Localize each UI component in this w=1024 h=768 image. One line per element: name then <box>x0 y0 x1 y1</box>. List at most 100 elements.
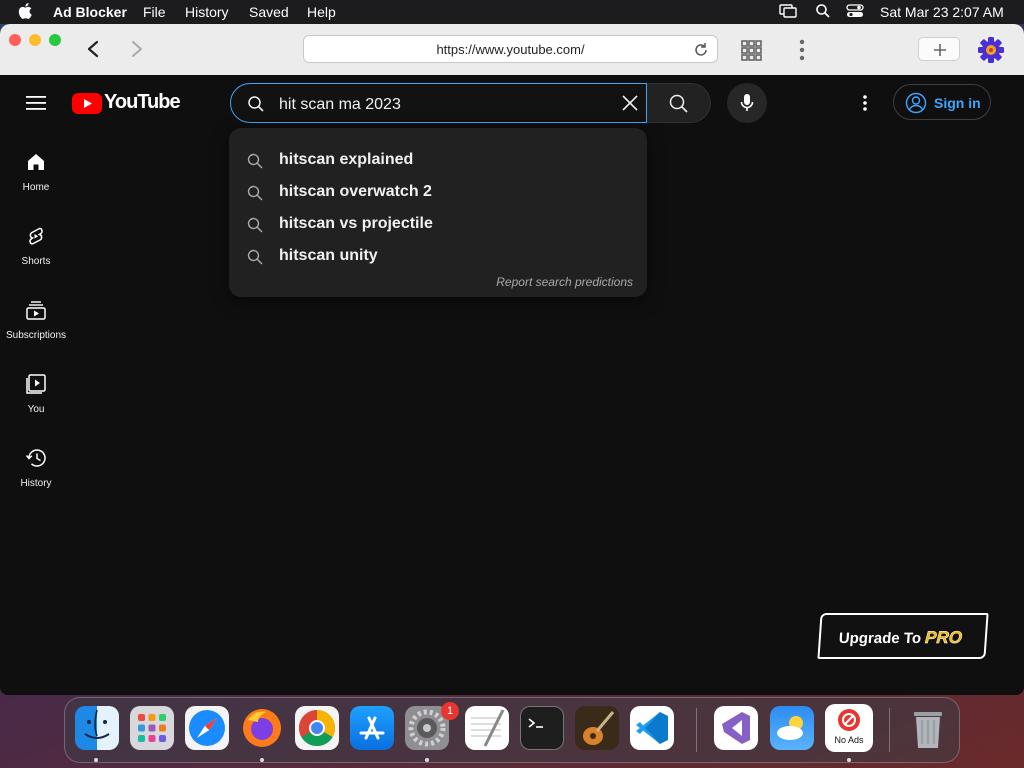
menu-bar: Ad Blocker File History Saved Help Sat M… <box>0 0 1024 24</box>
voice-search-button[interactable] <box>727 83 767 123</box>
menu-saved[interactable]: Saved <box>249 4 289 20</box>
dock-textedit[interactable] <box>465 706 509 750</box>
history-icon <box>25 449 46 467</box>
you-library-icon <box>26 374 46 394</box>
settings-more-icon[interactable] <box>862 94 868 112</box>
running-indicator <box>425 758 429 762</box>
suggestion-text: hitscan overwatch 2 <box>279 183 432 200</box>
new-tab-button[interactable] <box>918 37 960 61</box>
dock-finder[interactable] <box>75 706 119 750</box>
no-ads-block-icon <box>838 709 860 731</box>
close-window-button[interactable] <box>9 34 21 46</box>
sidebar-item-history[interactable]: History <box>0 447 72 489</box>
youtube-page: YouTube hit scan ma 2023 Sign in hitscan… <box>0 75 1024 695</box>
finder-icon <box>84 709 110 739</box>
sidebar-item-subscriptions[interactable]: Subscriptions <box>0 299 72 341</box>
browser-toolbar: https://www.youtube.com/ <box>0 24 1024 76</box>
hamburger-menu-icon[interactable] <box>26 95 46 111</box>
dock-no-ads[interactable]: No Ads <box>825 704 873 752</box>
home-icon <box>28 154 44 170</box>
dock: 1 No Ads <box>64 697 960 763</box>
search-icon <box>248 96 264 112</box>
back-icon[interactable] <box>86 40 100 58</box>
youtube-play-icon <box>72 93 102 114</box>
suggestion-search-icon <box>247 217 263 233</box>
running-indicator <box>260 758 264 762</box>
upgrade-pro-button[interactable]: Upgrade To PRO <box>817 613 989 659</box>
dock-safari[interactable] <box>185 706 229 750</box>
upgrade-label: Upgrade To <box>838 630 922 647</box>
suggestion-text: hitscan vs projectile <box>279 215 433 232</box>
shorts-icon <box>29 227 43 245</box>
search-input[interactable] <box>277 93 601 117</box>
apple-icon[interactable] <box>18 2 34 20</box>
safari-icon <box>189 710 225 746</box>
search-submit-icon <box>669 94 688 113</box>
sign-in-label: Sign in <box>934 95 981 111</box>
sidebar-item-you[interactable]: You <box>0 373 72 415</box>
sign-in-button[interactable]: Sign in <box>893 84 991 120</box>
running-indicator <box>94 758 98 762</box>
menu-app-name[interactable]: Ad Blocker <box>53 4 127 20</box>
visual-studio-icon <box>722 712 750 744</box>
plus-icon <box>934 44 946 56</box>
dock-trash[interactable] <box>906 706 950 750</box>
screen-mirroring-icon[interactable] <box>779 3 797 19</box>
dock-garageband[interactable] <box>575 706 619 750</box>
no-ads-label: No Ads <box>834 735 864 745</box>
report-predictions-link[interactable]: Report search predictions <box>496 275 633 289</box>
trash-icon <box>914 712 942 748</box>
control-center-icon[interactable] <box>846 3 864 19</box>
sidebar-label: History <box>20 478 52 489</box>
menu-file[interactable]: File <box>143 4 166 20</box>
suggestion-item[interactable]: hitscan overwatch 2 <box>229 176 647 208</box>
address-url[interactable]: https://www.youtube.com/ <box>304 42 717 57</box>
settings-gear-icon[interactable] <box>977 36 1005 64</box>
menu-help[interactable]: Help <box>307 4 336 20</box>
dock-launchpad[interactable] <box>130 706 174 750</box>
browser-window: https://www.youtube.com/ YouTube hit sca… <box>0 24 1024 695</box>
firefox-icon <box>243 709 281 747</box>
weather-icon <box>777 716 803 740</box>
pro-label: PRO <box>924 628 963 648</box>
sidebar-label: Home <box>22 182 50 193</box>
address-bar[interactable]: https://www.youtube.com/ <box>303 35 718 63</box>
zoom-window-button[interactable] <box>49 34 61 46</box>
dock-weather[interactable] <box>770 706 814 750</box>
dock-app-store[interactable] <box>350 706 394 750</box>
sidebar-label: Subscriptions <box>5 330 67 341</box>
more-options-icon[interactable] <box>798 39 806 61</box>
dock-terminal[interactable] <box>520 706 564 750</box>
youtube-logo-text: YouTube <box>104 91 181 113</box>
search-button[interactable] <box>647 83 711 123</box>
subscriptions-icon <box>26 301 46 320</box>
sidebar-item-shorts[interactable]: Shorts <box>0 225 72 267</box>
menu-history[interactable]: History <box>185 4 229 20</box>
sidebar-item-home[interactable]: Home <box>0 151 72 193</box>
dock-separator <box>889 708 890 752</box>
dock-chrome[interactable] <box>295 706 339 750</box>
app-store-icon <box>359 716 385 740</box>
suggestion-search-icon <box>247 249 263 265</box>
minimize-window-button[interactable] <box>29 34 41 46</box>
forward-icon[interactable] <box>130 40 144 58</box>
search-suggestions: hitscan explained hitscan overwatch 2 hi… <box>229 128 647 297</box>
dock-firefox[interactable] <box>240 706 284 750</box>
spotlight-search-icon[interactable] <box>815 3 831 19</box>
dock-vscode[interactable] <box>630 706 674 750</box>
chrome-icon <box>298 710 336 747</box>
search-box[interactable] <box>230 83 647 123</box>
suggestion-item[interactable]: hitscan vs projectile <box>229 208 647 240</box>
suggestion-item[interactable]: hitscan unity <box>229 240 647 272</box>
clear-search-icon[interactable] <box>621 94 639 112</box>
extensions-grid-icon[interactable] <box>740 39 762 61</box>
dock-visual-studio[interactable] <box>714 706 758 750</box>
suggestion-text: hitscan unity <box>279 247 378 264</box>
textedit-icon <box>471 709 505 747</box>
suggestion-item[interactable]: hitscan explained <box>229 144 647 176</box>
reload-icon[interactable] <box>692 41 710 59</box>
notification-badge: 1 <box>441 702 459 720</box>
menu-datetime[interactable]: Sat Mar 23 2:07 AM <box>880 4 1004 20</box>
account-circle-icon <box>905 92 927 114</box>
sidebar-label: You <box>27 404 45 415</box>
